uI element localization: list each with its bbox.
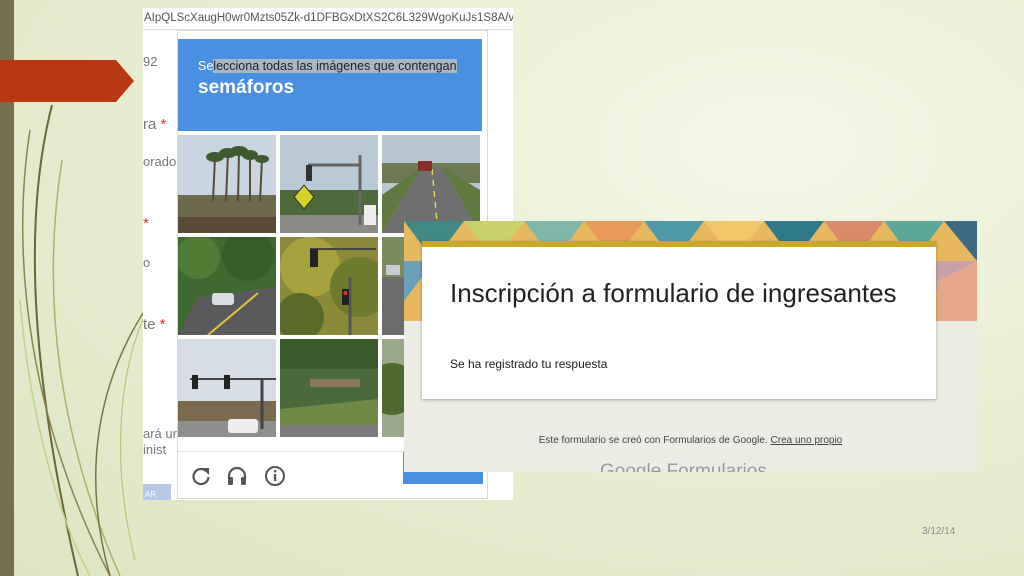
headphones-icon[interactable] [226, 465, 248, 487]
google-form-screenshot: Inscripción a formulario de ingresantes … [404, 221, 977, 472]
form-field-fragment: * [143, 215, 149, 232]
captcha-tile-palm-trees[interactable] [178, 135, 276, 233]
reload-icon[interactable] [190, 465, 212, 487]
captcha-instruction: Selecciona todas las imágenes que conten… [198, 59, 457, 73]
arrow-bullet-icon [0, 60, 134, 102]
captcha-target-word: semáforos [198, 77, 295, 98]
slide-side-bar [0, 0, 14, 576]
create-form-link[interactable]: Crea uno propio [771, 435, 843, 446]
form-footer: Este formulario se creó con Formularios … [538, 435, 843, 446]
captcha-tile-grassy-hill[interactable] [280, 339, 378, 437]
form-title: Inscripción a formulario de ingresantes [450, 278, 897, 308]
form-field-fragment: ra * [143, 116, 167, 133]
confirmation-message: Se ha registrado tu respuesta [450, 357, 608, 371]
slide-date: 3/12/14 [922, 526, 956, 537]
form-field-fragment: o [143, 255, 151, 270]
captcha-tile-traffic-lights-street[interactable] [178, 339, 276, 437]
form-confirmation-card: Inscripción a formulario de ingresantes … [422, 241, 936, 399]
captcha-tile-traffic-light-sign[interactable] [280, 135, 378, 233]
form-field-fragment: 92 [143, 54, 158, 69]
address-bar[interactable]: AIpQLScXaugH0wr0Mzts05Zk-d1DFBGxDtXS2C6L… [143, 8, 513, 30]
form-field-fragment: ará ur [143, 426, 177, 441]
form-field-fragment: orado [143, 154, 177, 169]
captcha-tile-highway-car[interactable] [382, 135, 480, 233]
form-field-fragment: inist [143, 442, 167, 457]
form-field-fragment: te * [143, 316, 166, 333]
captcha-tile-road-car[interactable] [178, 237, 276, 335]
captcha-tile-traffic-light-trees[interactable] [280, 237, 378, 335]
google-forms-logo: Google Formularios [600, 461, 767, 472]
info-icon[interactable] [264, 465, 286, 487]
submit-button[interactable]: AR [143, 484, 171, 500]
captcha-header: Selecciona todas las imágenes que conten… [178, 39, 482, 131]
